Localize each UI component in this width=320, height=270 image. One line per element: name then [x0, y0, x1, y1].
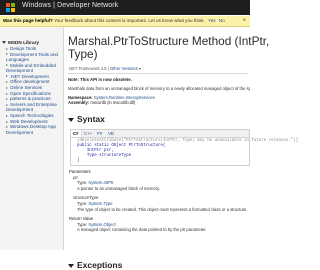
sidebar-item[interactable]: Online Services [6, 85, 62, 90]
sidebar-item-label: .NET Development [10, 73, 49, 79]
sidebar-root-label: MSDN Library [8, 40, 39, 45]
method-description: Marshals data from an unmanaged block of… [68, 86, 250, 91]
collapsed-triangle-icon [6, 92, 8, 95]
param-type-label: Type: [77, 180, 89, 186]
sidebar-root[interactable]: MSDN Library [2, 40, 39, 45]
collapsed-triangle-icon [6, 103, 8, 106]
code-line: IntPtr ptr, [77, 149, 114, 153]
collapsed-triangle-icon [6, 81, 8, 84]
parameters-section: Parameters ptr Type: System.IntPtr A poi… [69, 169, 249, 233]
page-title-line1: Marshal.PtrToStructure Method (IntPtr, [68, 34, 270, 48]
sidebar-item[interactable]: Mobile and Embedded Development [6, 63, 62, 74]
namespace-link[interactable]: System.Runtime.InteropServices [94, 95, 155, 100]
param-type-label: Type: [77, 200, 89, 206]
return-type-label: Type: [77, 221, 89, 227]
sidebar-item[interactable]: Open Specifications [6, 91, 62, 96]
sidebar-item-label: Open Specifications [10, 90, 51, 96]
sidebar-item[interactable]: patterns & practices [6, 96, 62, 101]
tab-csharp[interactable]: C# [71, 130, 82, 137]
feedback-banner: Was this page helpful? Your feedback abo… [0, 16, 250, 27]
top-bar: Windows | Developer Network [0, 0, 250, 15]
feedback-text: Your feedback about this content is impo… [54, 18, 205, 23]
return-type-link[interactable]: System.Object [88, 222, 115, 227]
syntax-heading-label: Syntax [77, 114, 105, 124]
assembly-label: Assembly: [68, 100, 90, 106]
obsolete-note: Note: This API is now obsolete. [68, 77, 132, 82]
sidebar-item-label: Design Tools [10, 46, 37, 51]
sidebar-item-label: Mobile and Embedded Development [6, 62, 56, 73]
sidebar-item[interactable]: Servers and Enterprise Development [6, 102, 62, 113]
exceptions-heading[interactable]: Exceptions [68, 260, 122, 270]
version-selector: .NET Framework 4.5 | Other Versions ▾ [68, 66, 141, 71]
sidebar-item-label: patterns & practices [10, 96, 51, 102]
param-type-link[interactable]: System.IntPtr [88, 180, 113, 185]
collapse-triangle-icon [68, 263, 74, 268]
page-title-line2: Type) [68, 47, 98, 61]
windows-logo-icon[interactable] [6, 3, 15, 12]
feedback-question: Was this page helpful? [3, 18, 53, 23]
sidebar-item-label: Speech Technologies [10, 113, 54, 119]
collapse-triangle-icon [68, 117, 74, 122]
sidebar-item-label: Web Development [10, 118, 48, 124]
namespace-info: Namespace: System.Runtime.InteropService… [68, 95, 155, 106]
tab-vb[interactable]: VB [108, 130, 114, 137]
collapsed-triangle-icon [6, 98, 8, 101]
code-line: Type structureType [77, 154, 132, 158]
collapsed-triangle-icon [6, 53, 8, 56]
sidebar-item[interactable]: Windows Desktop App Development [6, 124, 62, 135]
collapsed-triangle-icon [6, 126, 8, 129]
return-description: A managed object containing the data poi… [77, 227, 207, 233]
sidebar-item-label: Windows Desktop App Development [6, 124, 56, 135]
syntax-heading[interactable]: Syntax [68, 114, 105, 124]
other-versions-link[interactable]: Other Versions [110, 66, 138, 71]
tab-fsharp[interactable]: F# [97, 130, 102, 137]
collapsed-triangle-icon [6, 47, 8, 50]
sidebar-item[interactable]: Web Development [6, 119, 62, 124]
code-line: public static Object PtrToStructure( [77, 144, 166, 148]
site-brand[interactable]: Windows | Developer Network [22, 2, 118, 9]
sidebar-item-label: Development Tools and Languages [6, 51, 58, 62]
collapsed-triangle-icon [6, 75, 8, 78]
close-icon[interactable]: × [242, 16, 246, 26]
namespace-label: Namespace: [68, 95, 93, 100]
sidebar-item-label: Servers and Enterprise Development [6, 102, 57, 113]
framework-version: .NET Framework 4.5 [68, 66, 107, 71]
collapsed-triangle-icon [6, 64, 8, 67]
sidebar-item[interactable]: .NET Development [6, 74, 62, 79]
collapsed-triangle-icon [6, 114, 8, 117]
collapsed-triangle-icon [6, 86, 8, 89]
language-tabs: C# C++ F# VB [71, 130, 249, 138]
tab-cpp[interactable]: C++ [84, 130, 92, 137]
code-line: ) [77, 159, 80, 163]
code-block: C# C++ F# VB [ObsoleteAttribute("PtrToSt… [70, 129, 298, 166]
exceptions-heading-label: Exceptions [77, 260, 123, 270]
param-type-link[interactable]: System.Type [88, 201, 112, 206]
chevron-down-icon[interactable]: ▾ [139, 66, 141, 71]
sidebar-item[interactable]: Office development [6, 79, 62, 84]
param-description: The type of object to be created. This o… [77, 206, 248, 212]
sidebar-item[interactable]: Development Tools and Languages [6, 52, 62, 63]
assembly-value: mscorlib (in mscorlib.dll) [90, 100, 136, 106]
main-content: Marshal.PtrToStructure Method (IntPtr, T… [66, 27, 298, 270]
sidebar-item-label: Office development [10, 79, 50, 85]
code-text: [ObsoleteAttribute("PtrToStructure(IntPt… [77, 139, 298, 164]
sidebar-item[interactable]: Speech Technologies [6, 113, 62, 118]
sidebar-item-label: Online Services [10, 85, 43, 91]
feedback-yes-button[interactable]: Yes [208, 18, 216, 23]
divider [68, 73, 248, 74]
page-title: Marshal.PtrToStructure Method (IntPtr, T… [68, 35, 269, 61]
sidebar-item[interactable]: Design Tools [6, 46, 62, 51]
expand-triangle-icon [2, 41, 6, 45]
sidebar-nav: MSDN Library Design Tools Development To… [0, 27, 64, 250]
collapsed-triangle-icon [6, 120, 8, 123]
feedback-no-button[interactable]: No [219, 18, 225, 23]
code-line: [ObsoleteAttribute("PtrToStructure(IntPt… [77, 139, 299, 143]
